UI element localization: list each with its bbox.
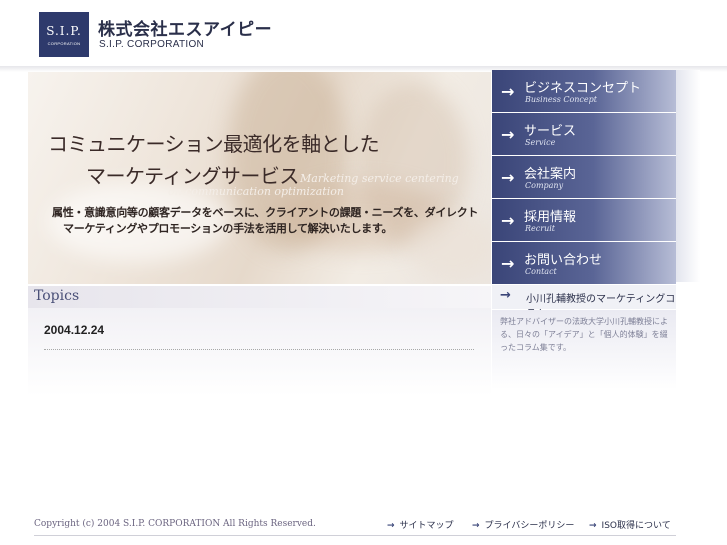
arrow-right-icon: → [501,125,515,144]
nav-item-service[interactable]: → サービス Service [492,113,676,155]
company-name-en: S.I.P. CORPORATION [99,39,205,50]
topic-divider [44,349,474,350]
nav-item-contact[interactable]: → お問い合わせ Contact [492,242,676,284]
hero-english-line2: on communication optimization [168,185,344,198]
nav-shadow [676,70,700,282]
logo-subtext: CORPORATION [47,40,81,46]
nav-item-sublabel: Service [525,138,556,147]
arrow-right-icon: → [501,211,515,230]
nav-item-business-concept[interactable]: → ビジネスコンセプト Business Concept [492,70,676,112]
arrow-right-icon: → [501,254,515,273]
footer-divider [34,535,676,536]
privacy-policy-link[interactable]: → プライバシーポリシー [472,518,574,531]
main-navigation: → ビジネスコンセプト Business Concept → サービス Serv… [492,70,676,285]
hero-english-line1: Marketing service centering [300,172,459,185]
logo-mark: S.I.P. [46,23,82,38]
hero-description-line2: マーケティングやプロモーションの手法を活用して解決いたします。 [63,222,393,235]
company-logo[interactable]: S.I.P. CORPORATION [39,12,89,57]
topics-panel [28,308,491,396]
sitemap-link-label: サイトマップ [399,521,454,531]
arrow-right-icon: → [387,521,395,531]
nav-item-sublabel: Recruit [525,224,555,233]
arrow-right-icon: → [501,82,515,101]
nav-item-label: 会社案内 [524,167,577,182]
copyright-text: Copyright (c) 2004 S.I.P. CORPORATION Al… [34,519,316,529]
nav-item-label: ビジネスコンセプト [524,81,642,96]
nav-item-label: 採用情報 [524,210,577,225]
arrow-right-icon: → [501,168,515,187]
topic-date: 2004.12.24 [44,323,105,337]
topics-title: Topics [34,288,80,304]
nav-item-sublabel: Business Concept [525,95,597,104]
hero-description-line1: 属性・意識意向等の顧客データをベースに、クライアントの課題・ニーズを、ダイレクト [52,206,479,219]
nav-item-company[interactable]: → 会社案内 Company [492,156,676,198]
arrow-right-icon: → [589,521,597,531]
nav-item-recruit[interactable]: → 採用情報 Recruit [492,199,676,241]
privacy-policy-link-label: プライバシーポリシー [484,521,575,531]
iso-link-label: ISO取得について [601,521,671,531]
nav-item-label: お問い合わせ [524,253,603,268]
arrow-right-icon: → [472,521,480,531]
nav-item-label: サービス [524,124,577,139]
company-name-jp: 株式会社エスアイピー [98,20,273,40]
arrow-right-icon: → [500,288,511,303]
nav-item-sublabel: Company [525,181,564,190]
marketing-column-link[interactable]: → 小川孔輔教授のマーケティングコラム [492,285,676,320]
topics-header [28,286,491,308]
column-description: 弊社アドバイザーの法政大学小川孔輔教授による、日々の「アイデア」と「個人的体験」… [500,317,668,352]
sitemap-link[interactable]: → サイトマップ [387,518,454,531]
nav-item-sublabel: Contact [525,267,557,276]
hero-headline-line1: コミュニケーション最適化を軸とした [48,132,380,156]
iso-link[interactable]: → ISO取得について [589,518,671,531]
